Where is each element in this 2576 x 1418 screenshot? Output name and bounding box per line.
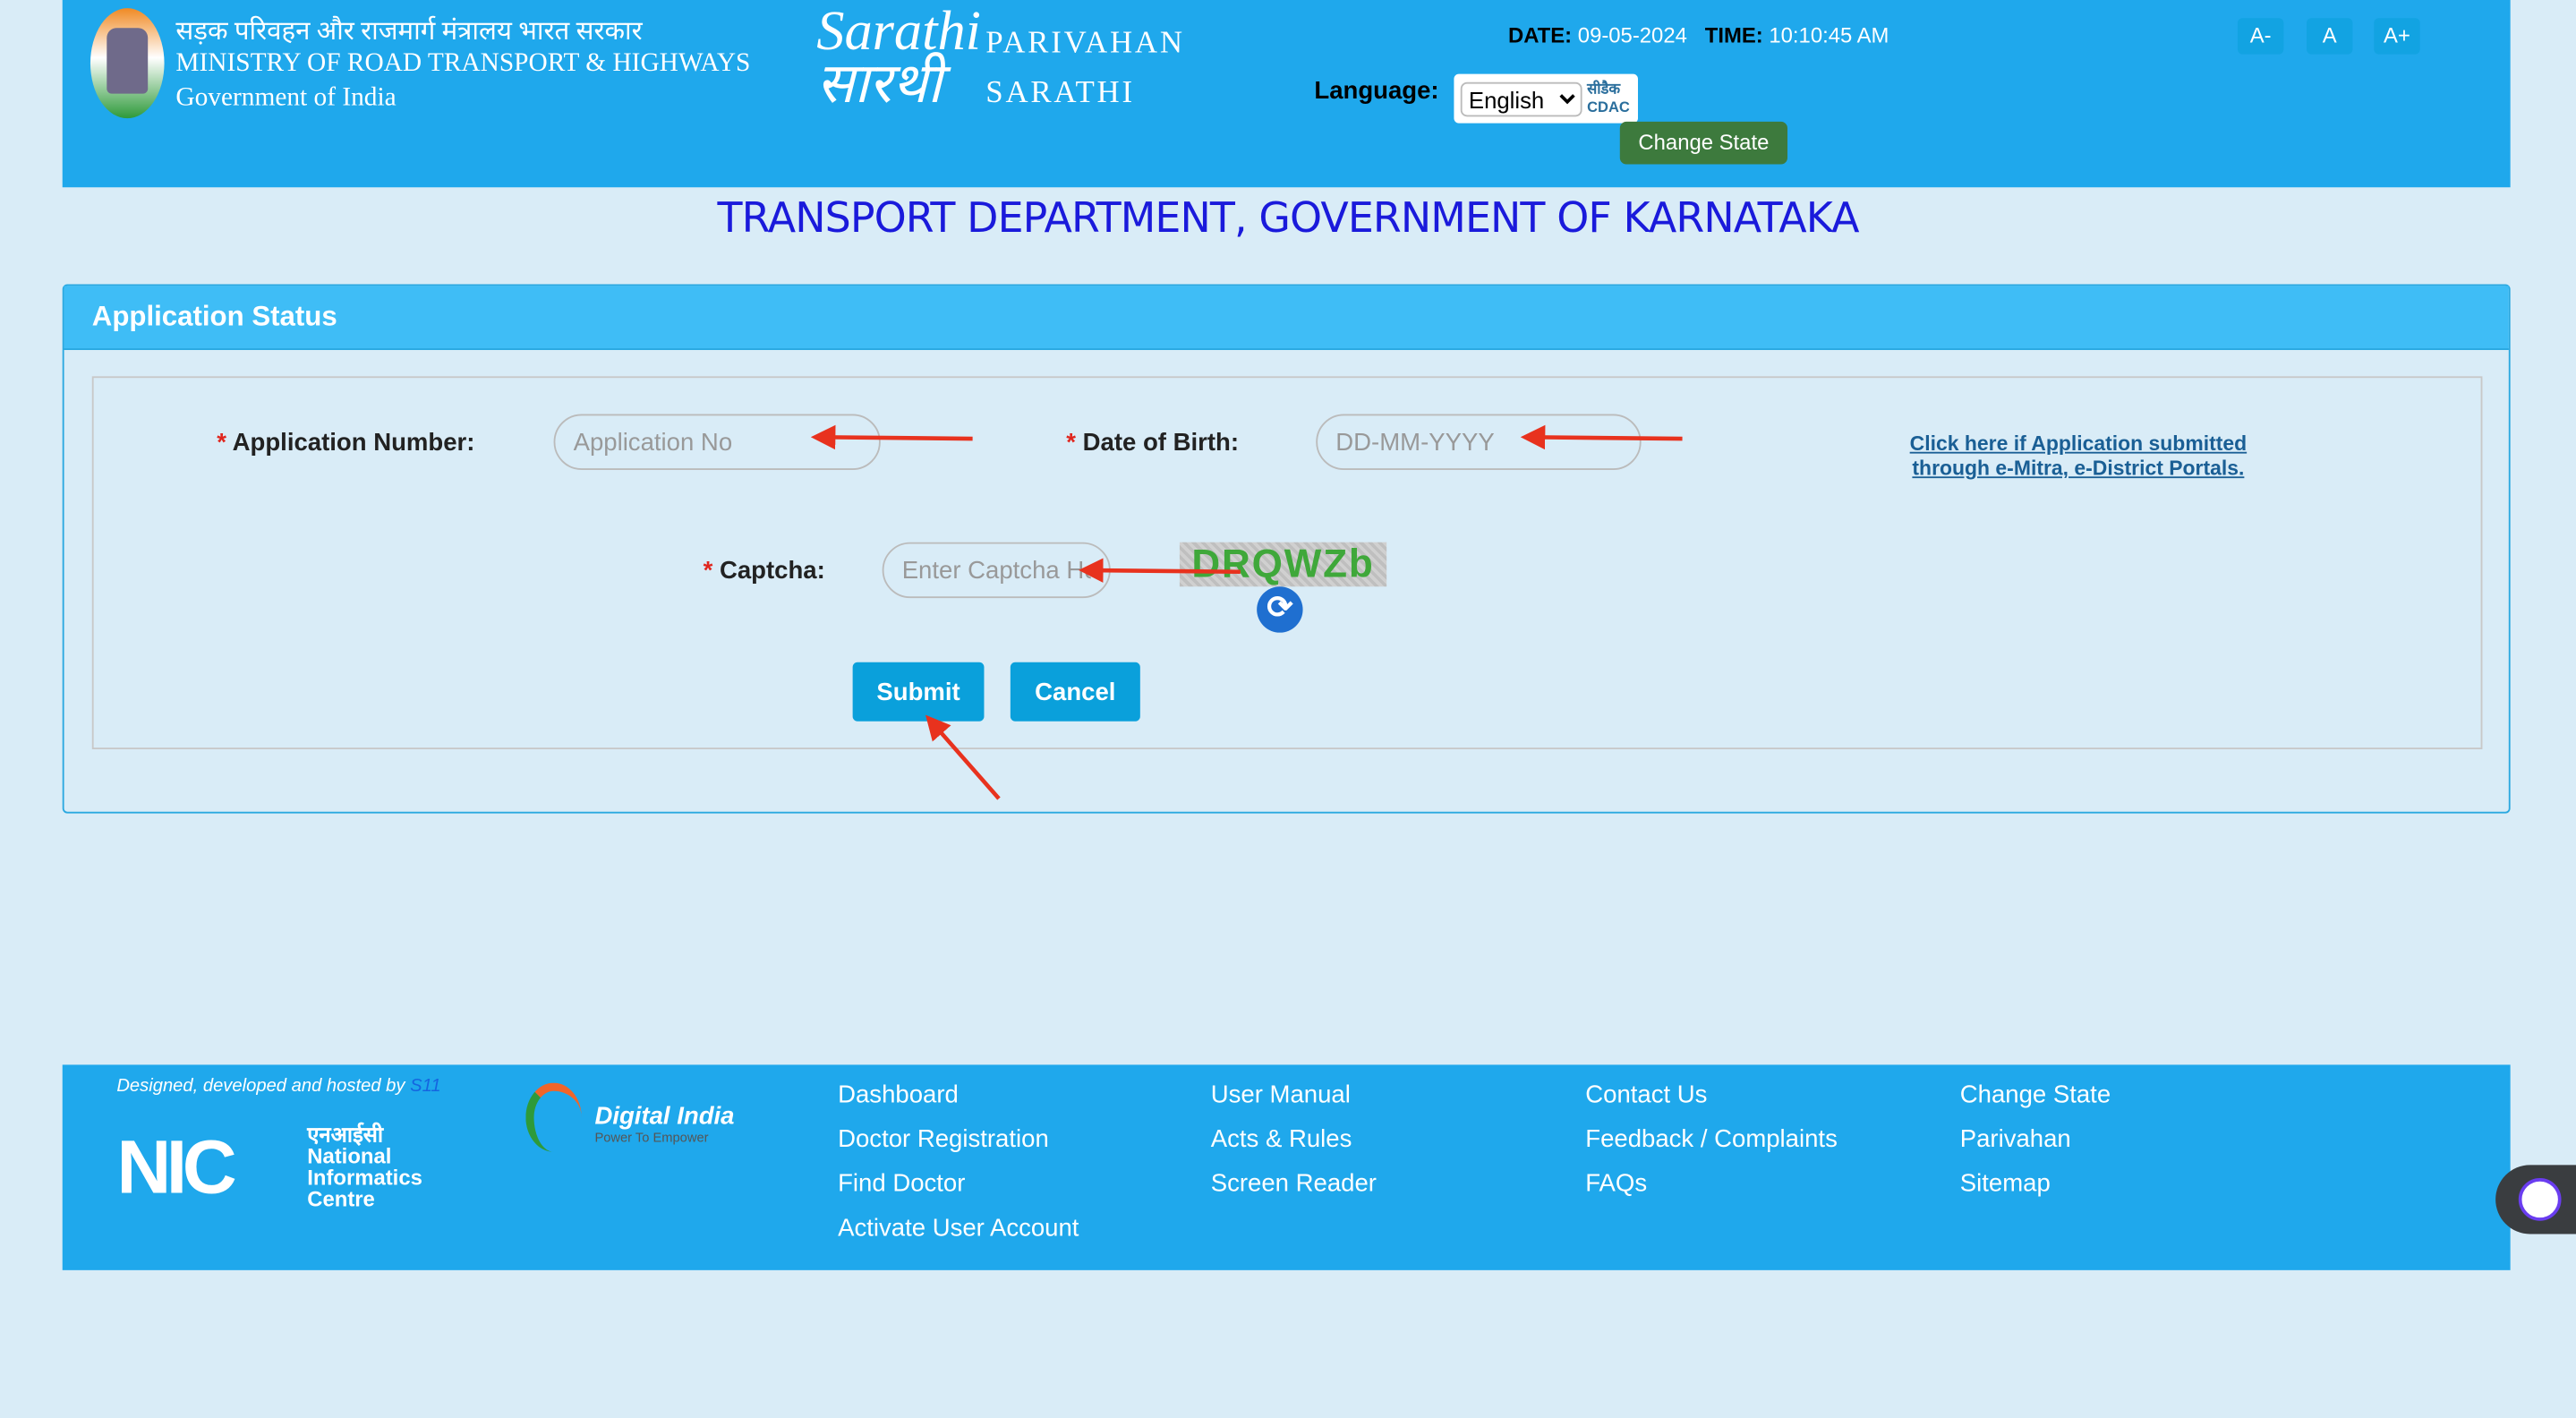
footer-link-screen-reader[interactable]: Screen Reader <box>1211 1170 1377 1198</box>
arrow-to-captcha <box>1079 558 1241 583</box>
footer-link-doctor-registration[interactable]: Doctor Registration <box>838 1125 1049 1153</box>
site-footer: Designed, developed and hosted by S11 NI… <box>62 1064 2511 1270</box>
footer-link-change-state[interactable]: Change State <box>1960 1081 2111 1109</box>
footer-link-faqs[interactable]: FAQs <box>1585 1170 1647 1198</box>
arrow-to-application-number <box>810 424 973 450</box>
footer-link-sitemap[interactable]: Sitemap <box>1960 1170 2051 1198</box>
footer-link-dashboard[interactable]: Dashboard <box>838 1081 959 1109</box>
footer-link-find-doctor[interactable]: Find Doctor <box>838 1170 965 1198</box>
footer-link-feedback[interactable]: Feedback / Complaints <box>1585 1125 1838 1153</box>
footer-credit: Designed, developed and hosted by S11 <box>116 1076 441 1097</box>
footer-link-user-manual[interactable]: User Manual <box>1211 1081 1351 1109</box>
chatbot-icon <box>2518 1178 2562 1221</box>
nic-logo: NIC एनआईसी National Informatics Centre <box>116 1122 422 1211</box>
footer-link-parivahan[interactable]: Parivahan <box>1960 1125 2071 1153</box>
footer-link-activate-account[interactable]: Activate User Account <box>838 1214 1079 1242</box>
credit-org-link[interactable]: S11 <box>410 1076 440 1096</box>
footer-link-acts-rules[interactable]: Acts & Rules <box>1211 1125 1352 1153</box>
arrow-to-submit <box>925 714 1001 800</box>
footer-link-contact-us[interactable]: Contact Us <box>1585 1081 1707 1109</box>
digital-india-logo: Digital India Power To Empower <box>523 1080 743 1155</box>
chatbot-button[interactable] <box>2495 1165 2576 1234</box>
arrow-to-date-of-birth <box>1520 424 1683 450</box>
